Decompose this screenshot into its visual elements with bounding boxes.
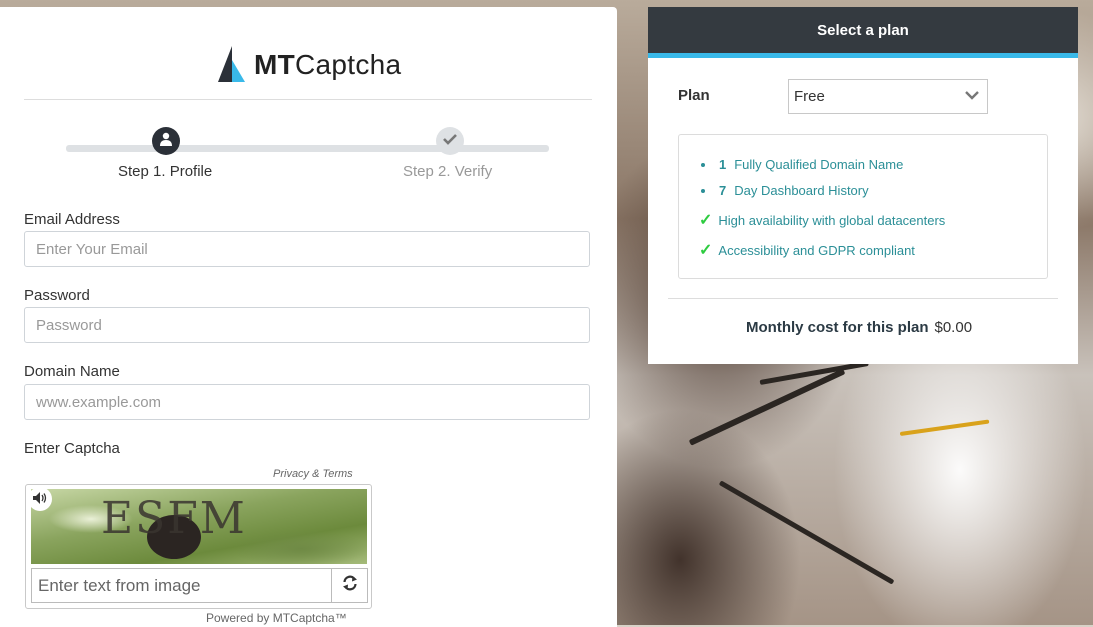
email-field[interactable] — [24, 231, 590, 267]
user-icon — [159, 132, 173, 151]
monthly-cost: Monthly cost for this plan $0.00 — [746, 319, 972, 336]
plan-select-value: Free — [794, 88, 825, 105]
monthly-cost-label: Monthly cost for this plan — [746, 319, 929, 336]
audio-captcha-button[interactable] — [28, 487, 52, 511]
check-icon: ✓ — [699, 212, 713, 229]
feature-item: ✓ High availability with global datacent… — [699, 212, 946, 229]
plan-card-title: Select a plan — [648, 7, 1078, 58]
header-divider — [24, 99, 592, 100]
step-2-label: Step 2. Verify — [403, 163, 493, 180]
domain-field[interactable] — [24, 384, 590, 420]
powered-by-text: Powered by MTCaptcha™ — [206, 611, 347, 625]
password-field[interactable] — [24, 307, 590, 343]
bullet-icon — [701, 188, 705, 193]
plan-divider — [668, 298, 1058, 299]
speaker-icon — [33, 491, 47, 507]
check-icon: ✓ — [699, 242, 713, 259]
stepper-track — [66, 145, 549, 152]
bullet-icon — [701, 162, 705, 167]
refresh-icon — [342, 575, 358, 596]
feature-item: 7 Day Dashboard History — [699, 183, 869, 198]
monthly-cost-value: $0.00 — [934, 319, 973, 336]
logo-text-bold: MT — [254, 49, 296, 80]
password-label: Password — [24, 287, 90, 304]
captcha-image: ESFM — [31, 489, 367, 564]
logo-mark-icon — [218, 46, 246, 84]
captcha-widget: ESFM — [25, 484, 372, 609]
step-1-dot — [152, 127, 180, 155]
plan-features-box: 1 Fully Qualified Domain Name 7 Day Dash… — [678, 134, 1048, 279]
captcha-label: Enter Captcha — [24, 440, 120, 457]
feature-item: ✓ Accessibility and GDPR compliant — [699, 242, 915, 259]
mtcaptcha-logo: MTCaptcha — [218, 45, 401, 85]
plan-label: Plan — [678, 87, 710, 104]
check-icon — [443, 132, 457, 150]
step-1-label: Step 1. Profile — [118, 163, 213, 180]
feature-item: 1 Fully Qualified Domain Name — [699, 157, 903, 172]
step-2-dot — [436, 127, 464, 155]
domain-label: Domain Name — [24, 363, 120, 380]
privacy-terms-link[interactable]: Privacy & Terms — [273, 468, 353, 480]
refresh-captcha-button[interactable] — [331, 568, 368, 603]
captcha-image-text: ESFM — [101, 493, 247, 544]
captcha-input[interactable] — [31, 568, 331, 603]
email-label: Email Address — [24, 211, 120, 228]
chevron-down-icon — [965, 88, 979, 106]
plan-card: Select a plan Plan Free 1 Fully Qualifie… — [648, 7, 1078, 364]
logo-text-light: Captcha — [295, 49, 402, 80]
plan-select[interactable]: Free — [788, 79, 988, 114]
